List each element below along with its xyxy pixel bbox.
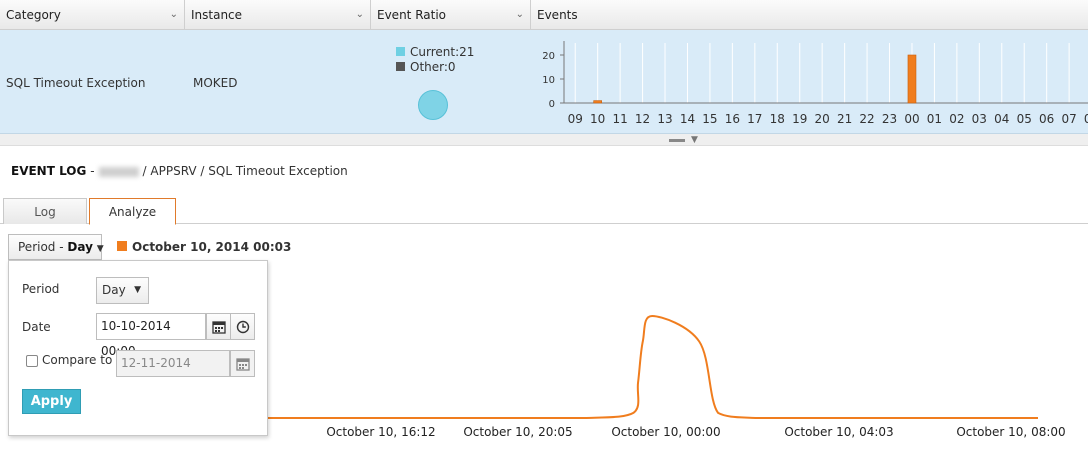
x-tick-label: 21	[837, 112, 852, 126]
tab-analyze[interactable]: Analyze	[89, 198, 176, 225]
clock-icon	[236, 320, 250, 334]
redacted-user	[98, 166, 139, 177]
tab-log[interactable]: Log	[3, 198, 87, 224]
date-label: Date	[22, 320, 51, 334]
period-popover: Period Day ▼ Date 10-10-2014 00:00 Compa…	[8, 260, 268, 436]
compare-checkbox[interactable]	[26, 355, 38, 367]
period-button-value: Day	[67, 240, 93, 254]
row-category: SQL Timeout Exception	[6, 76, 146, 90]
chevron-down-icon[interactable]: ⌄	[170, 0, 178, 30]
ratio-other-label: Other:0	[410, 60, 456, 74]
date-input[interactable]: 10-10-2014 00:00	[96, 313, 206, 358]
caret-down-icon: ▼	[96, 244, 104, 254]
column-header-label: Events	[537, 8, 578, 22]
column-header-category[interactable]: Category ⌄	[0, 0, 185, 30]
x-tick-label: 06	[1039, 112, 1054, 126]
x-tick-label: 22	[859, 112, 874, 126]
column-header-label: Category	[6, 8, 61, 22]
calendar-icon	[236, 358, 250, 371]
caret-down-icon: ▼	[134, 285, 141, 295]
compare-label: Compare to	[42, 353, 113, 367]
x-tick-label: October 10, 04:03	[784, 425, 893, 439]
x-tick-label: 19	[792, 112, 807, 126]
legend-swatch-other	[396, 62, 405, 71]
x-tick-label: October 10, 20:05	[463, 425, 572, 439]
row-instance: MOKED	[193, 76, 238, 90]
period-dropdown-button[interactable]: Period - Day ▼	[8, 234, 104, 260]
legend-swatch-current	[396, 47, 405, 56]
panel-splitter[interactable]: ▼	[0, 134, 1088, 146]
column-header-label: Event Ratio	[377, 8, 446, 22]
x-tick-label: 07	[1061, 112, 1076, 126]
x-tick-label: October 10, 08:00	[956, 425, 1065, 439]
breadcrumb-separator: -	[90, 164, 95, 178]
y-tick-label: 20	[542, 51, 555, 62]
apply-button[interactable]: Apply	[22, 389, 81, 414]
splitter-grip-icon[interactable]	[669, 139, 685, 142]
event-ratio-legend: Current:21 Other:0	[396, 45, 474, 75]
events-mini-chart: 20 10 0 09 10 11 12 13 14 15 16 17 18 19 20 21 22 23 00 01 0…	[542, 41, 1088, 126]
collapse-arrow-icon[interactable]: ▼	[691, 135, 698, 145]
column-header-event-ratio[interactable]: Event Ratio ⌄	[371, 0, 531, 30]
period-button-prefix: Period -	[18, 240, 68, 254]
compare-calendar-button[interactable]	[230, 350, 255, 377]
bar[interactable]	[907, 54, 917, 104]
x-tick-label: 03	[972, 112, 987, 126]
column-header-instance[interactable]: Instance ⌄	[185, 0, 371, 30]
x-tick-label: 11	[612, 112, 627, 126]
x-tick-label: 12	[635, 112, 650, 126]
y-tick-label: 0	[549, 99, 555, 110]
x-tick-label: 00	[904, 112, 919, 126]
x-tick-label: 09	[568, 112, 583, 126]
x-tick-label: 04	[994, 112, 1009, 126]
period-label: Period	[22, 282, 60, 296]
x-tick-label: 18	[770, 112, 785, 126]
breadcrumb-server[interactable]: APPSRV	[150, 164, 196, 178]
app-window: Category ⌄ Instance ⌄ Event Ratio ⌄ Even…	[0, 0, 1088, 458]
chevron-down-icon[interactable]: ⌄	[356, 0, 364, 30]
x-tick-label: 23	[882, 112, 897, 126]
breadcrumb-item: SQL Timeout Exception	[208, 164, 348, 178]
legend-label: October 10, 2014 00:03	[132, 240, 292, 254]
calendar-icon	[212, 321, 226, 334]
x-tick-label: 08	[1084, 112, 1088, 126]
chevron-down-icon[interactable]: ⌄	[516, 0, 524, 30]
y-tick-label: 10	[542, 75, 555, 86]
x-tick-label: 05	[1017, 112, 1032, 126]
x-tick-label: 10	[590, 112, 605, 126]
legend-swatch	[117, 241, 127, 251]
period-select-value: Day	[102, 283, 126, 297]
grid-header: Category ⌄ Instance ⌄ Event Ratio ⌄ Even…	[0, 0, 1088, 30]
compare-date-input[interactable]: 12-11-2014	[116, 350, 230, 377]
x-tick-label: 02	[949, 112, 964, 126]
column-header-label: Instance	[191, 8, 243, 22]
event-ratio-bubble	[418, 90, 448, 120]
x-tick-label: 20	[815, 112, 830, 126]
x-tick-label: 14	[680, 112, 695, 126]
chart-legend: October 10, 2014 00:03	[117, 240, 291, 254]
x-tick-label: 16	[725, 112, 740, 126]
x-tick-label: 13	[657, 112, 672, 126]
page-title: EVENT LOG	[11, 164, 87, 178]
bar[interactable]	[593, 100, 602, 104]
x-tick-label: October 10, 16:12	[326, 425, 435, 439]
x-tick-label: 17	[747, 112, 762, 126]
column-header-events[interactable]: Events	[531, 0, 1088, 30]
x-tick-label: October 10, 00:00	[611, 425, 720, 439]
x-tick-label: 15	[702, 112, 717, 126]
x-tick-label: 01	[927, 112, 942, 126]
time-button[interactable]	[230, 313, 255, 340]
period-select[interactable]: Day ▼	[96, 277, 149, 304]
breadcrumb: EVENT LOG - / APPSRV / SQL Timeout Except…	[11, 164, 348, 178]
calendar-button[interactable]	[206, 313, 231, 340]
ratio-current-label: Current:21	[410, 45, 475, 59]
